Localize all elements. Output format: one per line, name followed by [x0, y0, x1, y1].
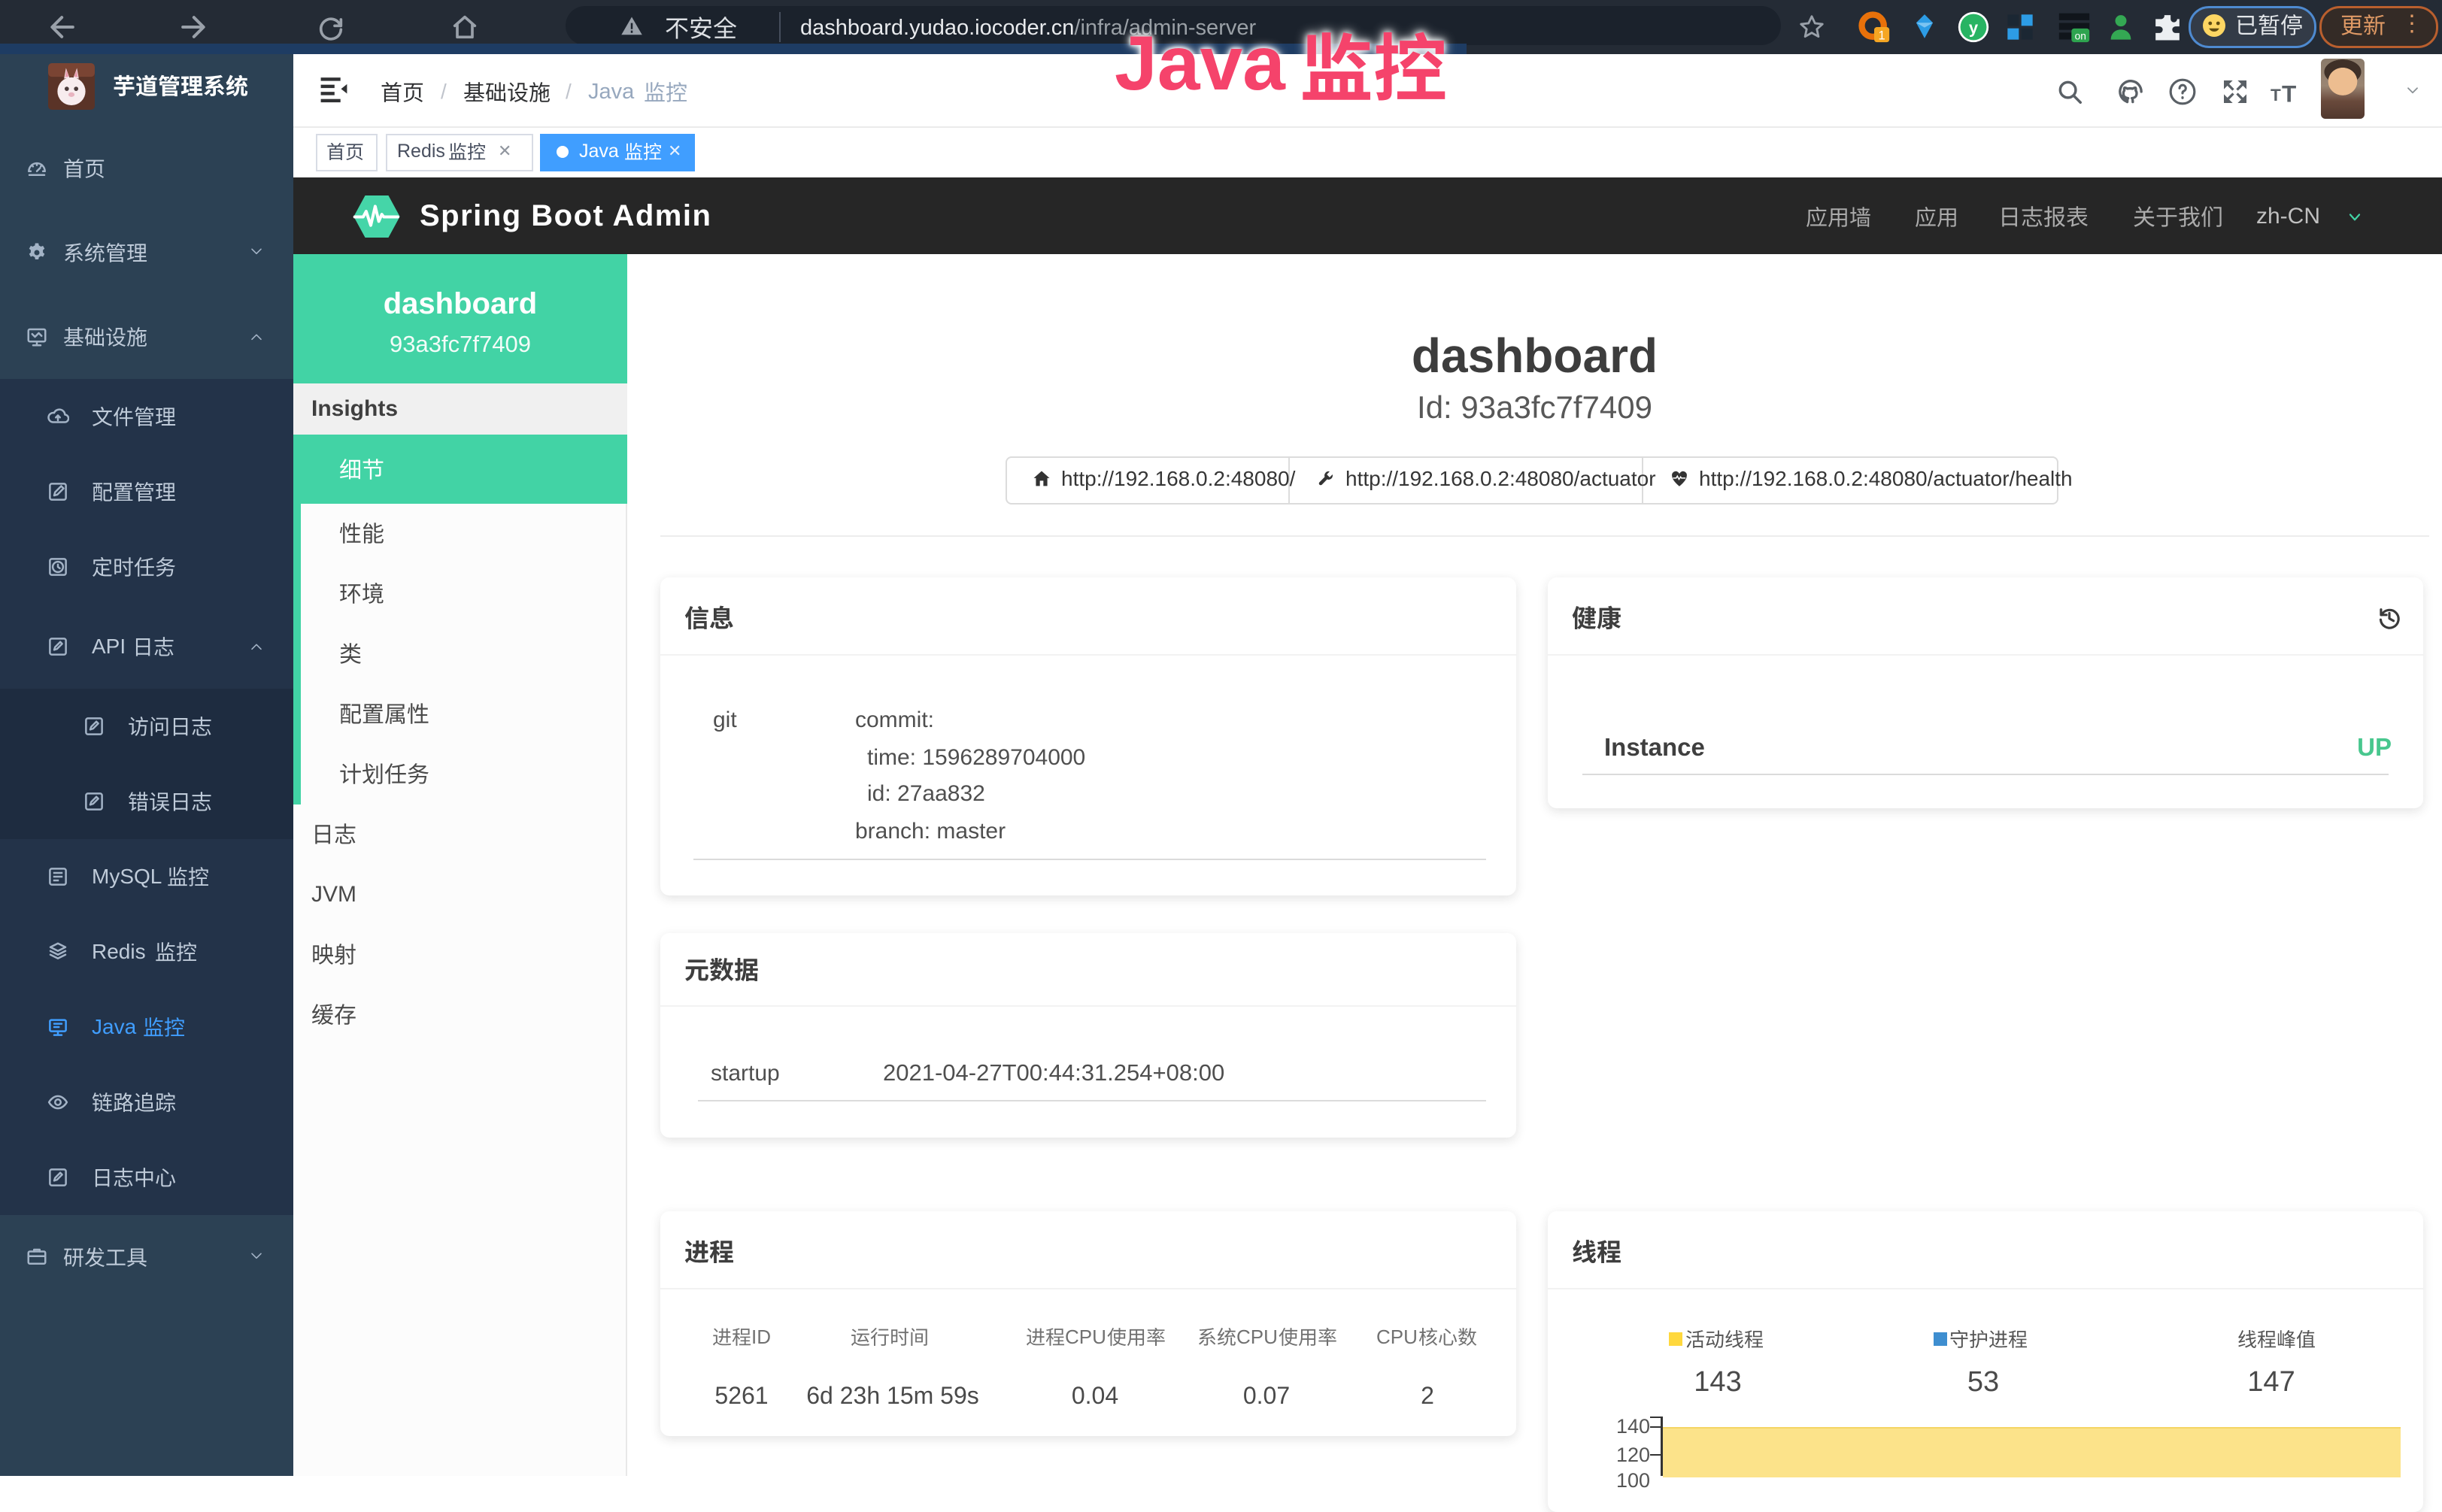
svg-text:T: T	[2271, 86, 2281, 105]
svg-text:y: y	[1969, 18, 1979, 37]
svg-text:on: on	[2075, 31, 2086, 42]
svg-text:1: 1	[1878, 29, 1885, 43]
svg-text:T: T	[2282, 80, 2296, 106]
